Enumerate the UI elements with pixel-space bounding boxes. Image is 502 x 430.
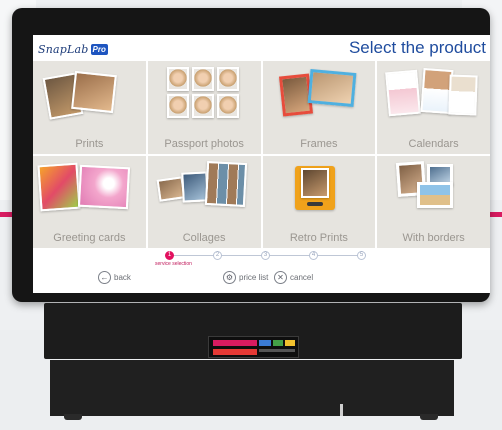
drawer-handle[interactable] xyxy=(340,404,343,416)
product-tile-calendars[interactable]: Calendars xyxy=(377,61,490,154)
progress-step-2: 2 xyxy=(213,251,222,260)
card-slot-pink xyxy=(213,340,257,346)
tile-label-retro-prints: Retro Prints xyxy=(289,232,348,244)
logo-text: SnapLab xyxy=(38,42,89,56)
top-bar: SnapLab Pro Select the product xyxy=(33,35,490,61)
tile-label-passport-photos: Passport photos xyxy=(164,137,244,150)
kiosk-foot-right xyxy=(420,414,438,420)
bottom-navigation: ← back ⚙ price list ✕ cancel xyxy=(33,268,490,293)
card-slot-red xyxy=(213,349,257,355)
product-tile-passport-photos[interactable]: Passport photos xyxy=(147,61,261,154)
gear-icon: ⚙ xyxy=(223,271,236,284)
tile-label-frames: Frames xyxy=(300,137,338,150)
touch-screen: SnapLab Pro Select the product Prints Pa… xyxy=(33,35,490,293)
product-tile-retro-prints[interactable]: Retro Prints xyxy=(262,155,376,248)
progress-step-caption: service selection xyxy=(155,261,192,267)
product-grid: Prints Passport photos Frames Calendars … xyxy=(33,61,490,248)
card-reader-panel[interactable] xyxy=(208,336,299,358)
page-title: Select the product xyxy=(348,38,486,57)
tile-label-with-borders: With borders xyxy=(402,232,465,244)
cancel-label: cancel xyxy=(290,273,314,282)
cancel-button[interactable]: ✕ cancel xyxy=(274,271,313,284)
tile-label-greeting-cards: Greeting cards xyxy=(53,232,126,244)
app-logo: SnapLab Pro xyxy=(38,42,108,56)
product-tile-greeting-cards[interactable]: Greeting cards xyxy=(33,155,146,248)
product-tile-prints[interactable]: Prints xyxy=(33,61,146,154)
back-label: back xyxy=(114,273,131,282)
card-slot-blue xyxy=(259,340,271,346)
tile-label-prints: Prints xyxy=(75,137,104,150)
back-button[interactable]: ← back xyxy=(98,271,131,284)
price-list-label: price list xyxy=(239,273,269,282)
progress-indicator: 1 2 3 4 5 service selection xyxy=(33,249,490,267)
card-slot-green xyxy=(273,340,283,346)
close-icon: ✕ xyxy=(274,271,287,284)
tile-label-collages: Collages xyxy=(182,232,226,244)
progress-step-5: 5 xyxy=(357,251,366,260)
arrow-left-icon: ← xyxy=(98,271,111,284)
product-tile-with-borders[interactable]: With borders xyxy=(377,155,490,248)
price-list-button[interactable]: ⚙ price list xyxy=(223,271,268,284)
logo-badge: Pro xyxy=(90,43,108,55)
product-tile-frames[interactable]: Frames xyxy=(262,61,376,154)
tile-label-calendars: Calendars xyxy=(408,137,459,150)
kiosk-base-lower xyxy=(50,360,454,416)
progress-step-1: 1 xyxy=(165,251,174,260)
progress-step-3: 3 xyxy=(261,251,270,260)
kiosk-foot-left xyxy=(64,414,82,420)
product-tile-collages[interactable]: Collages xyxy=(147,155,261,248)
card-slot-usb xyxy=(259,349,295,352)
card-slot-yellow xyxy=(285,340,295,346)
progress-step-4: 4 xyxy=(309,251,318,260)
kiosk-monitor: SnapLab Pro Select the product Prints Pa… xyxy=(12,8,490,302)
